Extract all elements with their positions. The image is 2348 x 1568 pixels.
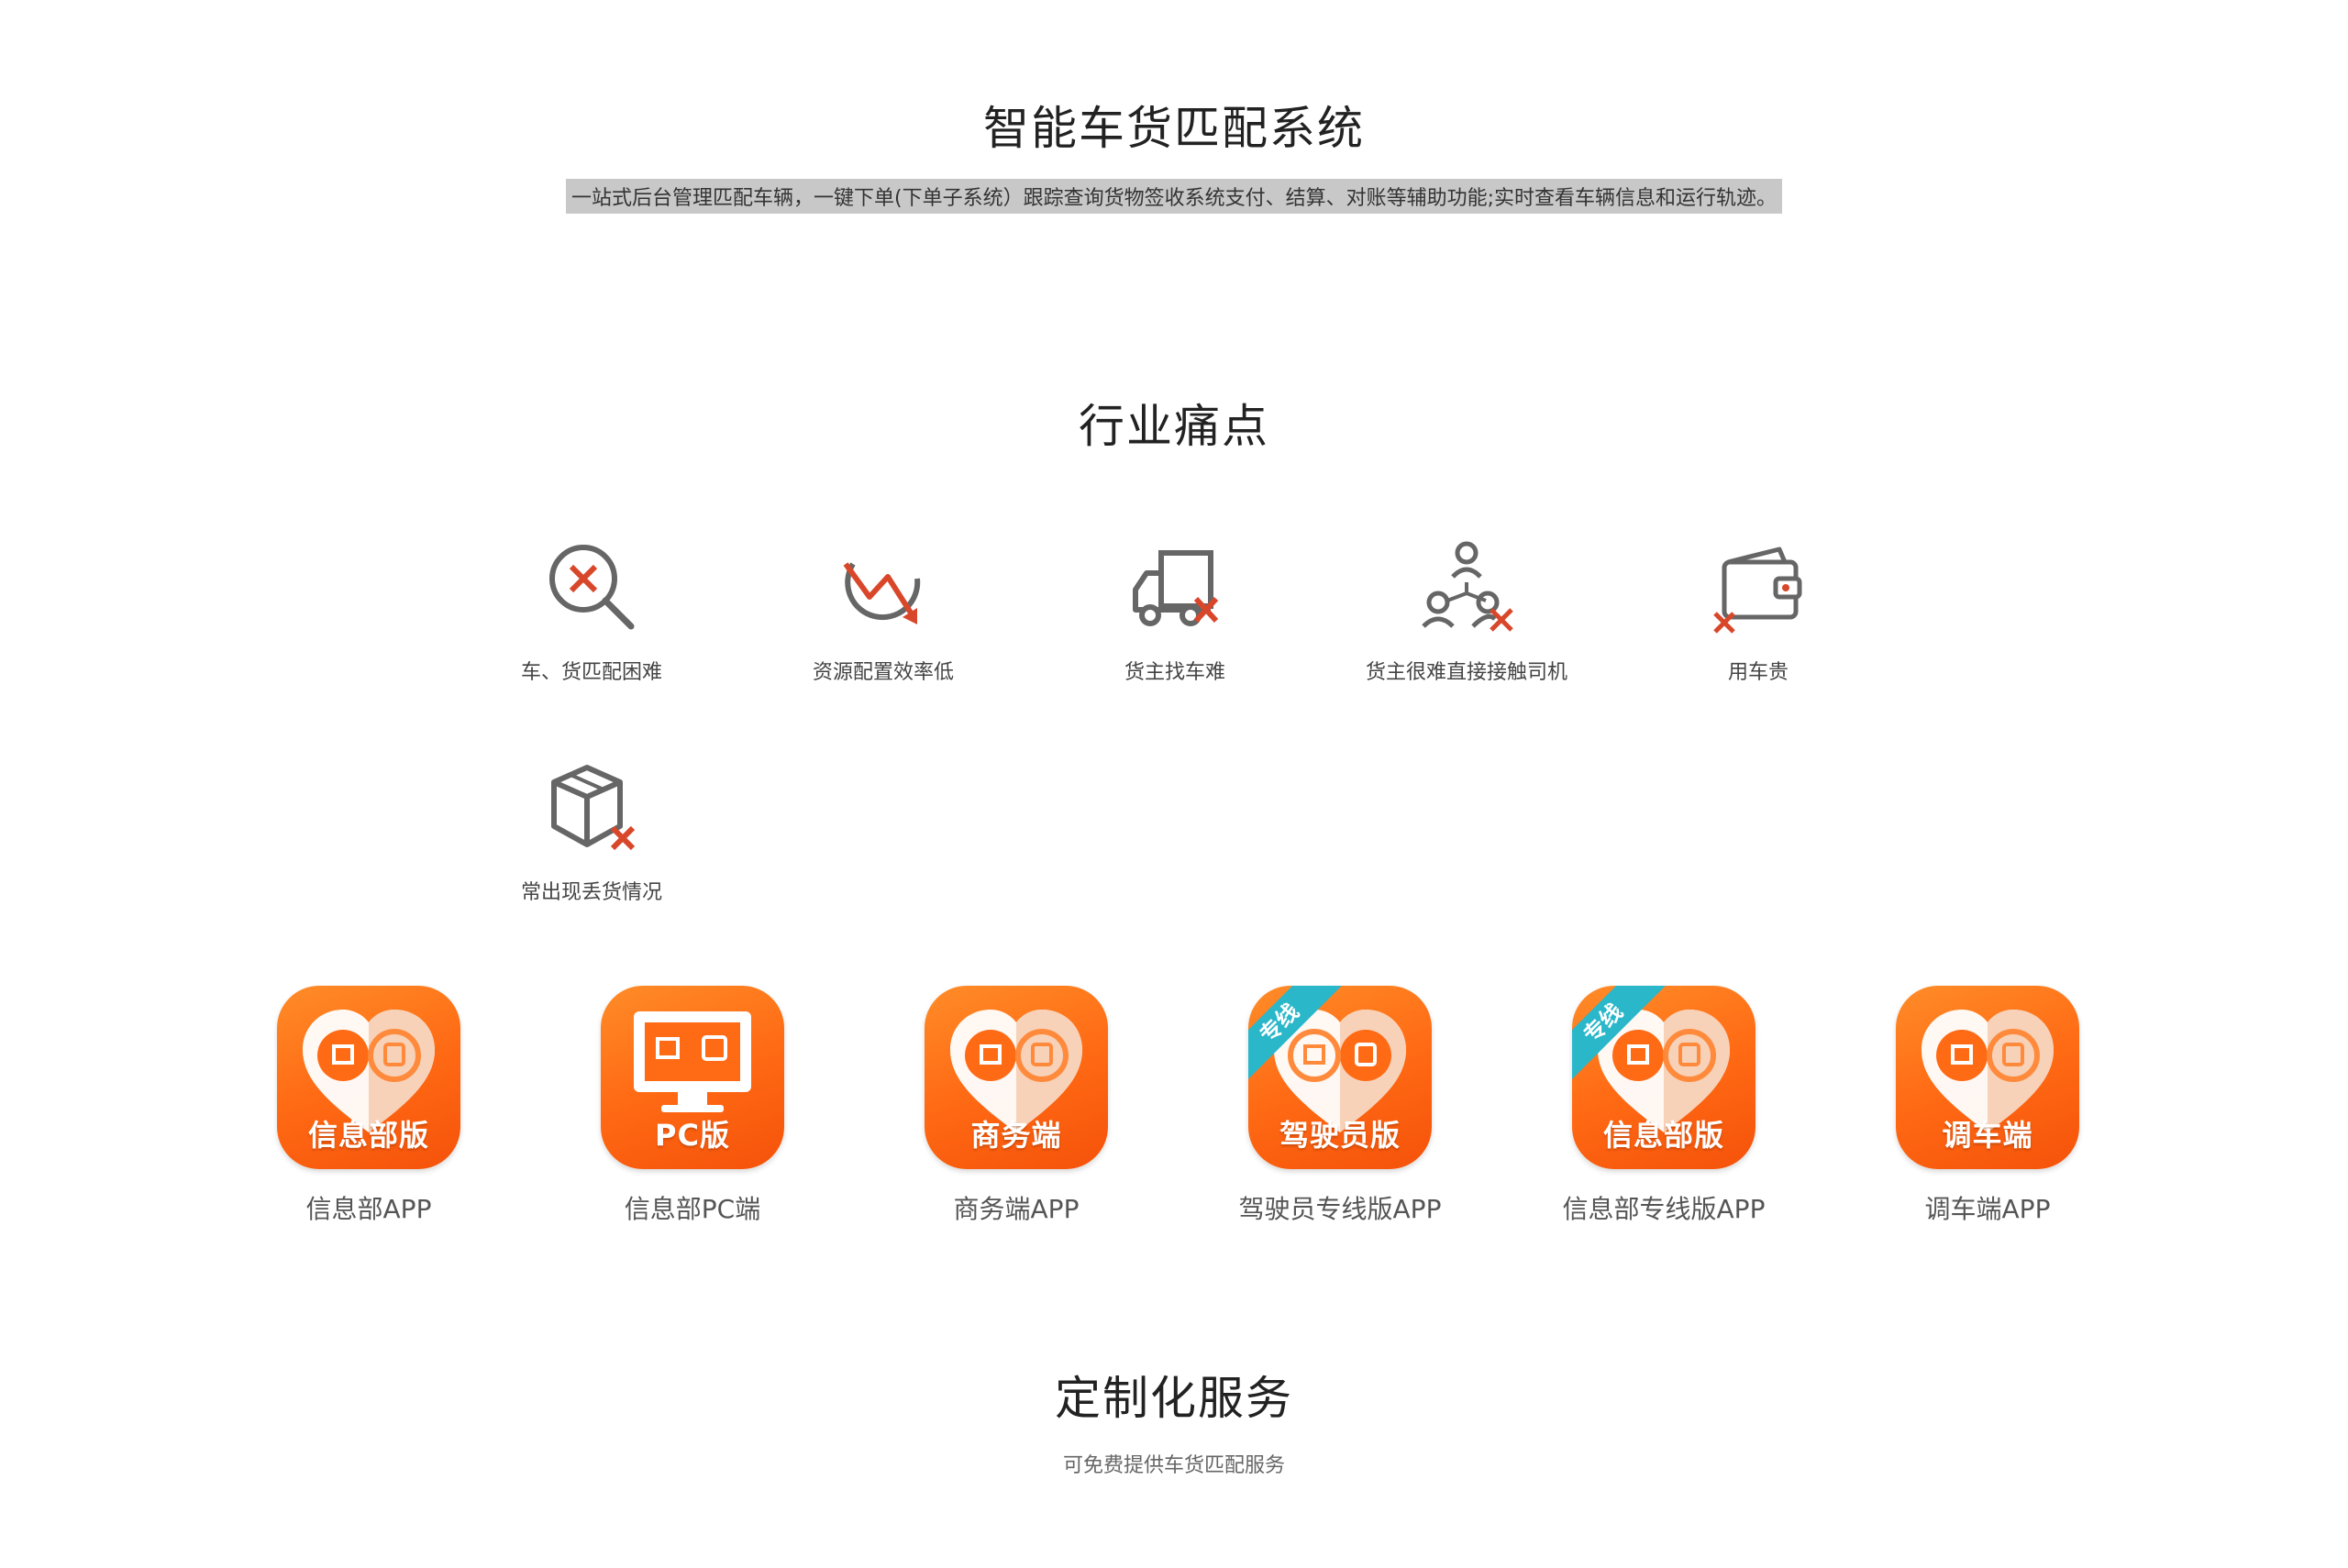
wallet-x-icon (1713, 547, 1802, 634)
people-network-x-icon (1422, 541, 1513, 632)
truck-x-icon (1133, 550, 1219, 626)
app-item-business[interactable]: 商务端 商务端APP (865, 986, 1168, 1226)
app-tile-label: 信息部版 (1602, 1118, 1724, 1153)
app-tile-label: PC版 (655, 1118, 730, 1153)
intro-text: 一站式后台管理匹配车辆，一键下单(下单子系统）跟踪查询货物签收系统支付、结算、对… (566, 179, 1782, 214)
pain-points-title: 行业痛点 (1079, 400, 1269, 453)
app-icon[interactable]: 信息部版 (277, 986, 460, 1169)
app-icon[interactable]: 调车端 (1896, 986, 2079, 1169)
pain-item-lost-cargo: 常出现丢货情况 (454, 756, 729, 905)
app-tile-label: 驾驶员版 (1279, 1118, 1401, 1153)
app-caption[interactable]: 调车端APP (1836, 1189, 2139, 1226)
magnifier-x-icon (549, 545, 635, 630)
custom-service-subtitle: 可免费提供车货匹配服务 (1062, 1454, 1285, 1477)
pain-label: 货主找车难 (1124, 661, 1225, 684)
app-icon[interactable]: PC版 (601, 986, 784, 1169)
app-caption[interactable]: 信息部专线版APP (1512, 1189, 1815, 1226)
box-x-icon (551, 765, 636, 851)
app-icon[interactable]: 商务端 (925, 986, 1108, 1169)
app-icon[interactable]: 专线 信息部版 (1572, 986, 1755, 1169)
app-item-dispatch[interactable]: 调车端 调车端APP (1836, 986, 2139, 1226)
custom-service-title: 定制化服务 (1055, 1372, 1293, 1425)
declining-arrow-icon (843, 562, 921, 624)
page-title: 智能车货匹配系统 (983, 102, 1365, 155)
app-caption[interactable]: 商务端APP (865, 1189, 1168, 1226)
pain-item-matching: 车、货匹配困难 (454, 536, 729, 685)
app-caption[interactable]: 信息部APP (217, 1189, 520, 1226)
pain-label: 常出现丢货情况 (520, 881, 662, 904)
intro-wrap: 一站式后台管理匹配车辆，一键下单(下单子系统）跟踪查询货物签收系统支付、结算、对… (0, 179, 2348, 214)
app-item-driver-line[interactable]: 专线 驾驶员版 驾驶员专线版APP (1189, 986, 1491, 1226)
app-tile-label: 商务端 (970, 1118, 1062, 1153)
app-item-info-dept[interactable]: 信息部版 信息部APP (217, 986, 520, 1226)
app-tile-label: 调车端 (1942, 1118, 2033, 1153)
app-caption[interactable]: 信息部PC端 (541, 1189, 844, 1226)
pain-item-cost: 用车贵 (1621, 536, 1896, 685)
app-item-info-dept-pc[interactable]: PC版 信息部PC端 (541, 986, 844, 1226)
app-item-info-dept-line[interactable]: 专线 信息部版 信息部专线版APP (1512, 986, 1815, 1226)
app-icon[interactable]: 专线 驾驶员版 (1248, 986, 1432, 1169)
pain-item-find-truck: 货主找车难 (1037, 536, 1312, 685)
pain-item-contact-driver: 货主很难直接接触司机 (1329, 536, 1604, 685)
app-caption[interactable]: 驾驶员专线版APP (1189, 1189, 1491, 1226)
pain-label: 用车贵 (1727, 661, 1789, 684)
app-tile-label: 信息部版 (307, 1118, 429, 1153)
pain-label: 资源配置效率低 (812, 661, 954, 684)
pain-label: 货主很难直接接触司机 (1365, 661, 1567, 684)
pain-label: 车、货匹配困难 (520, 661, 662, 684)
pain-item-efficiency: 资源配置效率低 (746, 536, 1021, 685)
